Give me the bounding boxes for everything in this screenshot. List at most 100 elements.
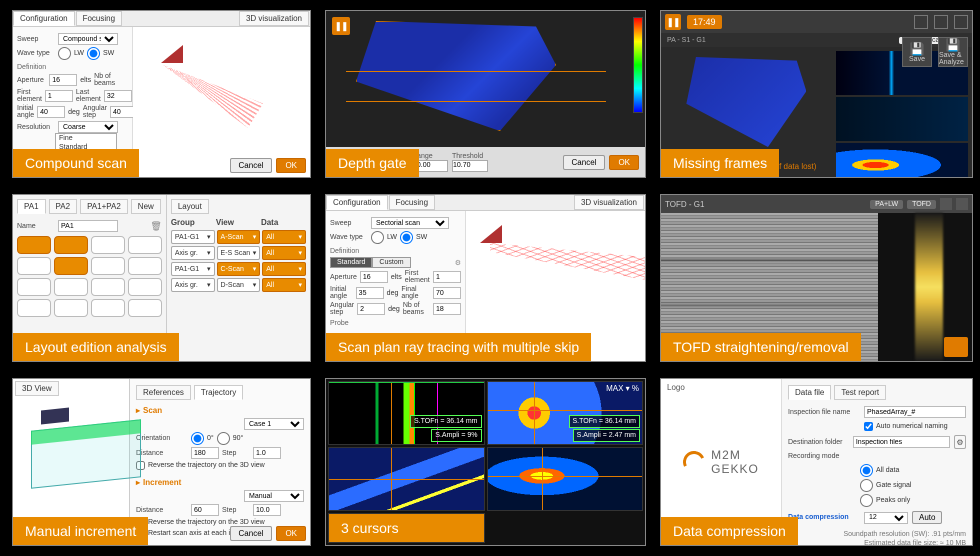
layout-cell[interactable] bbox=[54, 257, 88, 275]
init-angle-input[interactable] bbox=[356, 287, 384, 299]
ascan-view[interactable]: S.Ampli = 9% S.TOFn = 36.14 mm bbox=[328, 381, 485, 445]
layout-cell[interactable] bbox=[54, 278, 88, 296]
tool-icon[interactable] bbox=[940, 198, 952, 210]
folder-settings-icon[interactable]: ⚙ bbox=[954, 435, 966, 449]
init-angle-input[interactable] bbox=[37, 106, 65, 118]
layout-cell[interactable] bbox=[128, 236, 162, 254]
threshold-input[interactable] bbox=[452, 160, 488, 172]
chip-palw[interactable]: PA+LW bbox=[870, 200, 903, 209]
sweep-select[interactable]: Compound scan bbox=[58, 33, 118, 45]
view-select[interactable]: C-Scan bbox=[217, 262, 261, 276]
resolution-select[interactable]: Coarse bbox=[58, 121, 118, 133]
radio-sw[interactable] bbox=[87, 47, 100, 60]
scan-case-select[interactable]: Case 1 bbox=[244, 418, 304, 430]
filename-input[interactable] bbox=[864, 406, 966, 418]
view-select[interactable]: E-S Scan bbox=[217, 246, 261, 260]
tab-pa1[interactable]: PA1 bbox=[17, 199, 46, 214]
aperture-input[interactable] bbox=[360, 271, 388, 283]
ok-button[interactable]: OK bbox=[276, 158, 306, 173]
nbbeams-input[interactable] bbox=[433, 303, 461, 315]
radio-sw[interactable] bbox=[400, 231, 413, 244]
settings-icon[interactable]: ⚙ bbox=[455, 259, 461, 267]
view-select[interactable]: A-Scan bbox=[217, 230, 261, 244]
tab-focusing[interactable]: Focusing bbox=[76, 11, 122, 26]
cancel-button[interactable]: Cancel bbox=[230, 158, 273, 173]
bscan-view[interactable] bbox=[328, 447, 485, 511]
ok-button[interactable] bbox=[944, 337, 968, 357]
aperture-input[interactable] bbox=[49, 74, 77, 86]
radio-90[interactable] bbox=[217, 432, 230, 445]
res-opt-fine[interactable]: Fine bbox=[56, 134, 116, 143]
group-select[interactable]: Axis gr. bbox=[171, 246, 215, 260]
layout-cell[interactable] bbox=[54, 236, 88, 254]
layout-cell[interactable] bbox=[17, 236, 51, 254]
tab-test-report[interactable]: Test report bbox=[834, 385, 886, 400]
ok-button[interactable]: OK bbox=[276, 526, 306, 541]
layout-cell[interactable] bbox=[91, 299, 125, 317]
distance2-input[interactable] bbox=[191, 504, 219, 516]
increment-select[interactable]: Manual bbox=[244, 490, 304, 502]
tab-pa12[interactable]: PA1+PA2 bbox=[80, 199, 128, 214]
cancel-button[interactable]: Cancel bbox=[563, 155, 606, 170]
radio-gate[interactable] bbox=[860, 479, 873, 492]
data-select[interactable]: All bbox=[262, 278, 306, 292]
data-select[interactable]: All bbox=[262, 246, 306, 260]
first-el-input[interactable] bbox=[45, 90, 73, 102]
radio-lw[interactable] bbox=[371, 231, 384, 244]
view-select[interactable]: D-Scan bbox=[217, 278, 261, 292]
delete-icon[interactable]: 🗑 bbox=[150, 221, 161, 232]
group-select[interactable]: PA1-G1 bbox=[171, 230, 215, 244]
final-angle-input[interactable] bbox=[433, 287, 461, 299]
tab-logo[interactable]: Logo bbox=[667, 383, 685, 392]
ok-button[interactable]: OK bbox=[609, 155, 639, 170]
last-el-input[interactable] bbox=[104, 90, 132, 102]
tab-configuration[interactable]: Configuration bbox=[13, 11, 75, 26]
sscan-view[interactable]: MAX ▾ % S.Ampli = 2.47 mm S.TOFn = 36.14… bbox=[487, 381, 644, 445]
tab-3d-view[interactable]: 3D View bbox=[15, 381, 59, 396]
folder-input[interactable] bbox=[853, 436, 950, 448]
tab-3d-visualization[interactable]: 3D visualization bbox=[574, 195, 644, 210]
layout-cell[interactable] bbox=[91, 257, 125, 275]
tab-pa2[interactable]: PA2 bbox=[49, 199, 78, 214]
save-analyze-button[interactable]: 💾Save & Analyze bbox=[938, 37, 968, 67]
header-tool-icon[interactable] bbox=[954, 15, 968, 29]
depth-gate-viz[interactable] bbox=[326, 11, 645, 147]
layout-cell[interactable] bbox=[91, 236, 125, 254]
sweep-select[interactable]: Sectorial scan bbox=[371, 217, 449, 229]
seg-custom[interactable]: Custom bbox=[372, 257, 410, 268]
tab-data-file[interactable]: Data file bbox=[788, 385, 831, 400]
first-el-input[interactable] bbox=[433, 271, 461, 283]
tab-configuration[interactable]: Configuration bbox=[326, 195, 388, 210]
mode-dropdown[interactable]: MAX ▾ % bbox=[606, 384, 639, 393]
layout-cell[interactable] bbox=[128, 257, 162, 275]
seg-standard[interactable]: Standard bbox=[330, 257, 372, 268]
tool-icon[interactable] bbox=[956, 198, 968, 210]
tab-references[interactable]: References bbox=[136, 385, 191, 400]
ang-step-input[interactable] bbox=[357, 303, 385, 315]
header-tool-icon[interactable] bbox=[914, 15, 928, 29]
tab-3d-visualization[interactable]: 3D visualization bbox=[239, 11, 309, 26]
layout-cell[interactable] bbox=[128, 299, 162, 317]
layout-cell[interactable] bbox=[54, 299, 88, 317]
layout-cell[interactable] bbox=[17, 257, 51, 275]
data-select[interactable]: All bbox=[262, 262, 306, 276]
tab-focusing[interactable]: Focusing bbox=[389, 195, 435, 210]
layout-cell[interactable] bbox=[128, 278, 162, 296]
header-tool-icon[interactable] bbox=[934, 15, 948, 29]
tab-trajectory[interactable]: Trajectory bbox=[194, 385, 243, 400]
radio-peaks[interactable] bbox=[860, 494, 873, 507]
layout-cell[interactable] bbox=[91, 278, 125, 296]
cancel-button[interactable]: Cancel bbox=[230, 526, 273, 541]
layout-name-input[interactable] bbox=[58, 220, 118, 232]
data-select[interactable]: All bbox=[262, 230, 306, 244]
layout-cell[interactable] bbox=[17, 278, 51, 296]
step-input[interactable] bbox=[253, 447, 281, 459]
save-button[interactable]: 💾Save bbox=[902, 37, 932, 67]
step2-input[interactable] bbox=[253, 504, 281, 516]
thumb-bscan[interactable] bbox=[836, 97, 968, 141]
group-select[interactable]: PA1-G1 bbox=[171, 262, 215, 276]
cscan-view[interactable] bbox=[487, 447, 644, 511]
layout-cell[interactable] bbox=[17, 299, 51, 317]
auto-button[interactable]: Auto bbox=[912, 511, 942, 524]
radio-0[interactable] bbox=[191, 432, 204, 445]
